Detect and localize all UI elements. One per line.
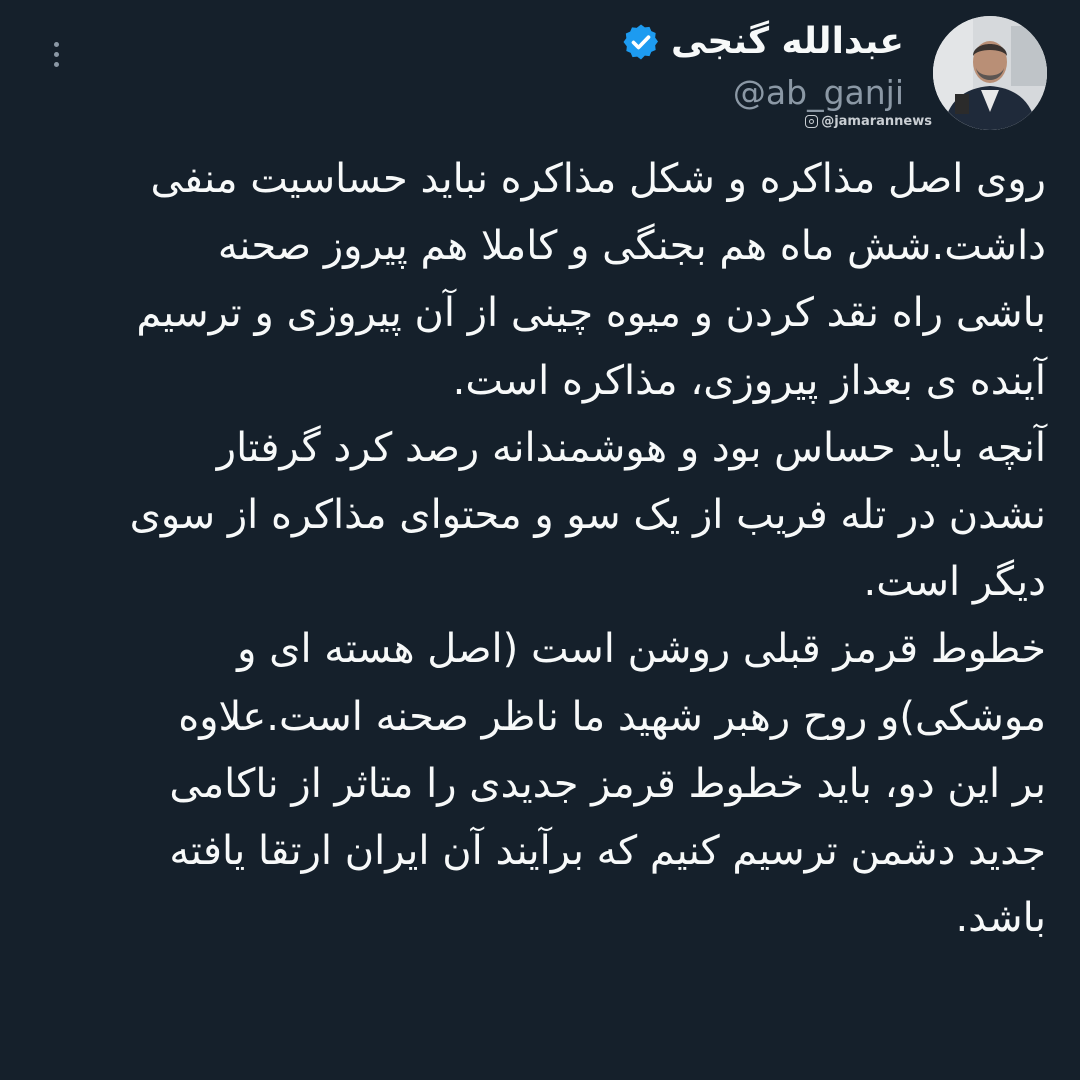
tweet-text-line: دیگر است. bbox=[863, 559, 1046, 606]
watermark-text: @jamarannews bbox=[821, 114, 932, 129]
tweet-header: عبدالله گنجی @ab_ganji bbox=[621, 16, 904, 116]
tweet-text-line: نشدن در تله فریب از یک سو و محتوای مذاکر… bbox=[129, 492, 1046, 539]
more-vertical-icon bbox=[53, 41, 59, 47]
tweet-text-line: موشکی)و روح رهبر شهید ما ناظر صحنه است.ع… bbox=[178, 693, 1046, 740]
tweet-text-line: باشی راه نقد کردن و میوه چینی از آن پیرو… bbox=[136, 290, 1046, 337]
verified-badge-icon bbox=[621, 22, 661, 62]
author-display-name[interactable]: عبدالله گنجی bbox=[671, 16, 904, 68]
tweet-card: عبدالله گنجی @ab_ganji @jamarannews روی … bbox=[0, 0, 1080, 1080]
tweet-text-line: بر این دو، باید خطوط قرمز جدیدی را متاثر… bbox=[169, 760, 1046, 807]
watermark: @jamarannews bbox=[805, 114, 932, 129]
instagram-icon bbox=[805, 115, 819, 128]
more-vertical-icon-dot bbox=[53, 51, 59, 57]
avatar[interactable] bbox=[933, 16, 1047, 130]
more-options-button[interactable] bbox=[38, 32, 74, 76]
tweet-text-line: جدید دشمن ترسیم کنیم که برآیند آن ایران … bbox=[169, 828, 1046, 875]
avatar-image bbox=[933, 16, 1047, 130]
tweet-text-line: خطوط قرمز قبلی روشن است (اصل هسته ای و bbox=[237, 626, 1046, 673]
tweet-text: روی اصل مذاکره و شکل مذاکره نباید حساسیت… bbox=[34, 146, 1046, 952]
tweet-text-line: روی اصل مذاکره و شکل مذاکره نباید حساسیت… bbox=[150, 156, 1046, 202]
author-handle[interactable]: @ab_ganji bbox=[621, 70, 904, 116]
tweet-text-line: آنچه باید حساس بود و هوشمندانه رصد کرد گ… bbox=[216, 424, 1046, 471]
more-vertical-icon-dot bbox=[53, 61, 59, 67]
tweet-text-line: داشت.شش ماه هم بجنگی و کاملا هم پیروز صح… bbox=[217, 223, 1046, 270]
tweet-text-line: آینده ی بعداز پیروزی، مذاکره است. bbox=[452, 357, 1046, 404]
tweet-text-line: باشد. bbox=[955, 895, 1046, 942]
author-name-row[interactable]: عبدالله گنجی bbox=[621, 16, 904, 68]
